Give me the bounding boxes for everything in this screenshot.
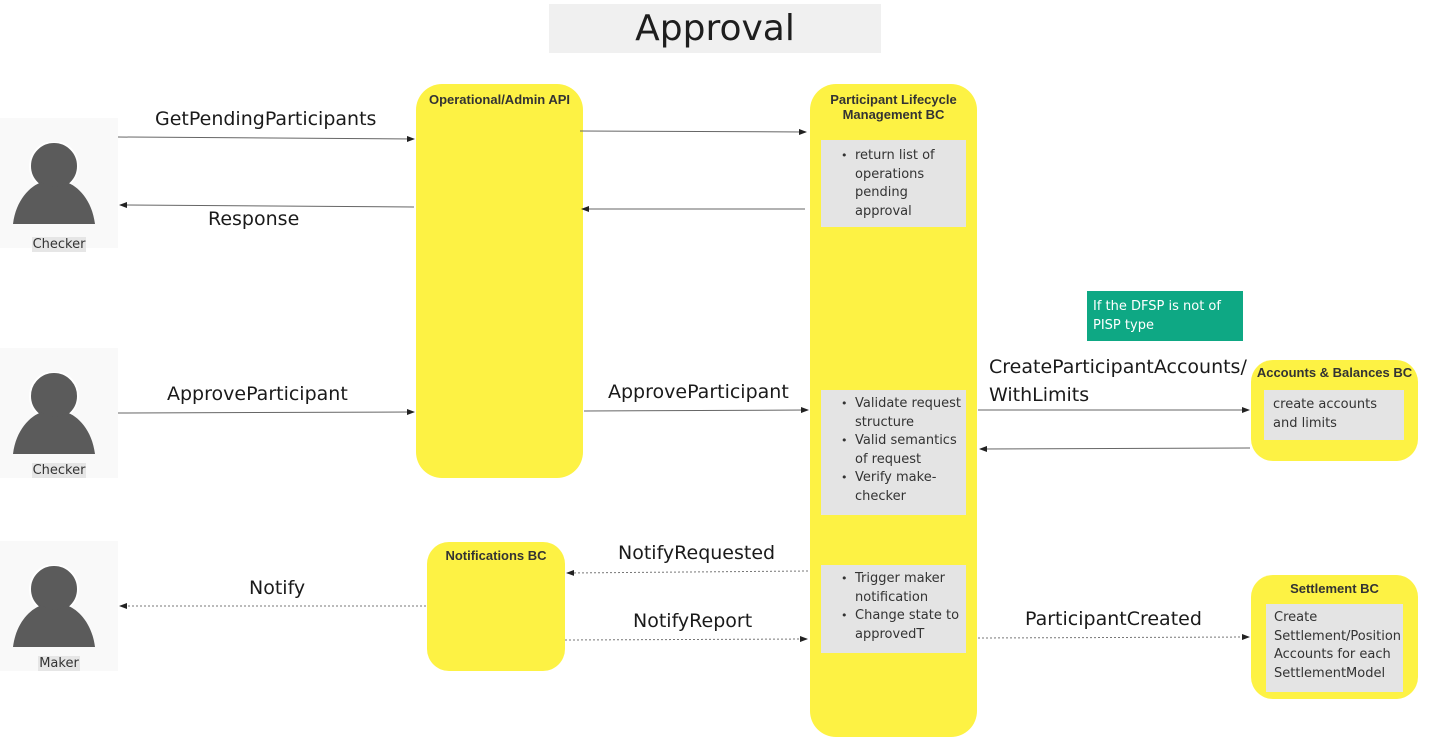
label-notify-requested: NotifyRequested (618, 542, 776, 564)
arrow-notify-requested (566, 569, 809, 576)
arrow-get-pending (117, 135, 415, 142)
arrow-participant-created (977, 634, 1250, 641)
arrow-approve-checker (117, 409, 415, 416)
label-line1: CreateParticipantAccounts/ (989, 356, 1247, 378)
arrow-notify-report (564, 636, 808, 643)
label-notify: Notify (249, 577, 306, 599)
label-get-pending: GetPendingParticipants (155, 108, 377, 130)
label-participant-created: ParticipantCreated (1025, 608, 1202, 630)
label-create-accounts: CreateParticipantAccounts/ WithLimits (989, 353, 1247, 409)
label-line2: WithLimits (989, 384, 1090, 406)
arrow-response (119, 202, 415, 209)
arrow-approve-admin (583, 407, 809, 414)
arrow-accounts-return (979, 445, 1251, 452)
label-approve-admin: ApproveParticipant (608, 381, 789, 403)
label-response: Response (208, 208, 300, 230)
label-approve-checker: ApproveParticipant (167, 383, 348, 405)
arrow-admin-to-plm (579, 128, 807, 135)
label-notify-report: NotifyReport (633, 610, 753, 632)
